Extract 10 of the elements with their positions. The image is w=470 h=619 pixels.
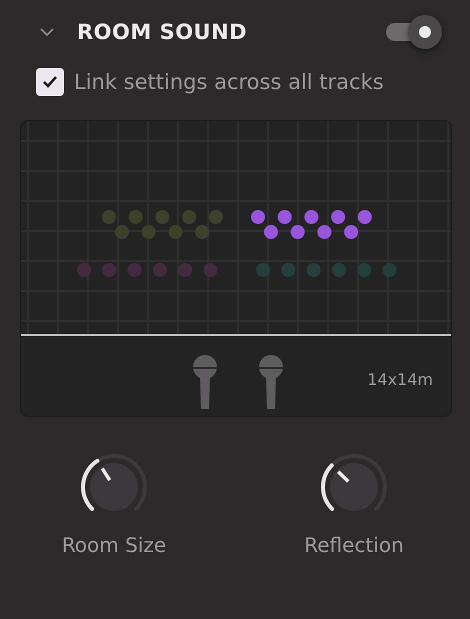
toggle-switch[interactable] — [384, 15, 442, 49]
knob-label: Reflection — [304, 533, 404, 557]
checkbox-label: Link settings across all tracks — [74, 70, 384, 94]
checkmark-icon — [42, 75, 58, 89]
knob-label: Room Size — [62, 533, 166, 557]
microphone-icon — [192, 355, 218, 409]
section-title: ROOM SOUND — [77, 20, 248, 44]
room-size-text: 14x14m — [367, 370, 433, 388]
checkbox[interactable] — [36, 68, 64, 96]
microphone-icon — [258, 355, 284, 409]
